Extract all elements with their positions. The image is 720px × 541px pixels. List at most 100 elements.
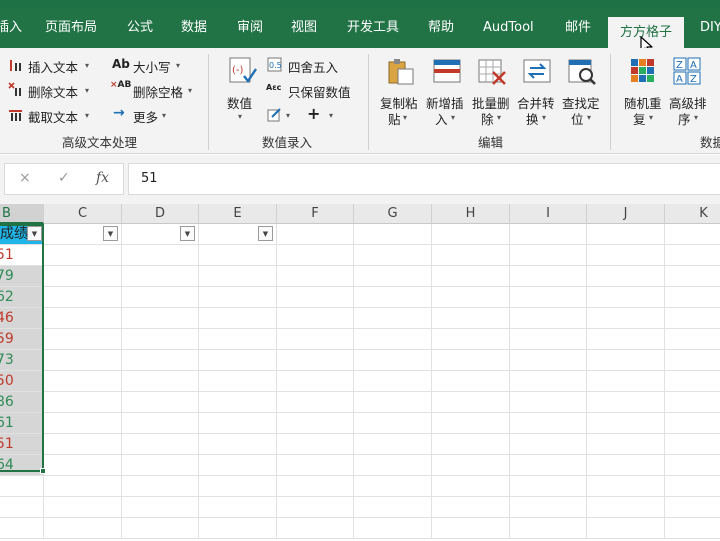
grid-cell[interactable] [44, 392, 122, 413]
tab-page-layout[interactable]: 页面布局 [45, 8, 97, 48]
grid-cell[interactable] [199, 245, 277, 266]
tab-view[interactable]: 视图 [291, 8, 317, 48]
grid-cell[interactable] [665, 350, 720, 371]
grid-cell[interactable] [44, 371, 122, 392]
grid-cell[interactable] [277, 350, 354, 371]
grid-cell[interactable] [510, 350, 587, 371]
grid-cell[interactable] [199, 287, 277, 308]
grid-cell[interactable] [665, 266, 720, 287]
tab-audtool[interactable]: AudTool [483, 8, 534, 48]
grid-cell[interactable] [354, 308, 432, 329]
tab-help[interactable]: 帮助 [428, 8, 454, 48]
column-header-f[interactable]: F [277, 204, 354, 224]
grid-cell[interactable] [199, 476, 277, 497]
grid-cell[interactable] [44, 266, 122, 287]
grid-cell[interactable] [510, 518, 587, 539]
round-button[interactable]: 四舍五入 [288, 57, 338, 76]
grid-cell[interactable] [199, 266, 277, 287]
grid-cell[interactable] [44, 245, 122, 266]
grid-cell[interactable] [277, 497, 354, 518]
extract-text-button[interactable]: 截取文本 [28, 107, 78, 126]
grid-cell[interactable] [510, 266, 587, 287]
insert-function-button[interactable]: fx [96, 170, 109, 186]
grid-cell[interactable] [122, 266, 199, 287]
grid-cell[interactable] [122, 518, 199, 539]
grid-cell[interactable] [122, 497, 199, 518]
grid-cell[interactable] [510, 455, 587, 476]
column-header-g[interactable]: G [354, 204, 432, 224]
grid-cell[interactable] [587, 350, 665, 371]
grid-cell[interactable] [432, 245, 510, 266]
grid-cell[interactable] [432, 392, 510, 413]
grid-cell[interactable] [510, 476, 587, 497]
column-header-d[interactable]: D [122, 204, 199, 224]
grid-cell[interactable] [432, 371, 510, 392]
grid-cell[interactable] [44, 350, 122, 371]
grid-cell[interactable] [277, 266, 354, 287]
grid-cell[interactable] [44, 434, 122, 455]
grid-cell[interactable] [587, 266, 665, 287]
grid-cell[interactable] [199, 455, 277, 476]
column-header-j[interactable]: J [587, 204, 665, 224]
grid-cell[interactable] [122, 392, 199, 413]
grid-cell[interactable] [277, 308, 354, 329]
grid-cell[interactable] [587, 371, 665, 392]
grid-cell[interactable] [665, 497, 720, 518]
grid-cell[interactable] [0, 518, 44, 539]
tab-developer[interactable]: 开发工具 [347, 8, 399, 48]
grid-cell[interactable] [122, 245, 199, 266]
filter-dropdown-icon[interactable]: ▼ [258, 226, 273, 241]
grid-cell[interactable] [277, 287, 354, 308]
grid-cell[interactable] [122, 308, 199, 329]
grid-cell[interactable] [432, 266, 510, 287]
grid-cell[interactable] [277, 392, 354, 413]
grid-cell[interactable] [665, 329, 720, 350]
grid-cell[interactable] [587, 224, 665, 245]
grid-cell[interactable] [510, 371, 587, 392]
grid-cell[interactable] [122, 287, 199, 308]
grid-cell[interactable] [277, 518, 354, 539]
case-button[interactable]: 大小写 [133, 57, 171, 76]
grid-cell[interactable] [122, 476, 199, 497]
grid-cell[interactable] [354, 455, 432, 476]
grid-cell[interactable] [665, 371, 720, 392]
grid-cell[interactable] [510, 308, 587, 329]
grid-cell[interactable] [432, 413, 510, 434]
delete-spaces-button[interactable]: 删除空格 [133, 82, 183, 101]
insert-text-button[interactable]: 插入文本 [28, 57, 78, 76]
cancel-icon[interactable]: × [19, 170, 31, 186]
score-cell[interactable]: 79 [0, 266, 44, 287]
grid-cell[interactable] [354, 434, 432, 455]
score-cell[interactable]: 59 [0, 329, 44, 350]
grid-cell[interactable] [665, 518, 720, 539]
grid-cell[interactable] [510, 287, 587, 308]
grid-cell[interactable] [354, 350, 432, 371]
grid-cell[interactable] [587, 287, 665, 308]
filter-dropdown-icon[interactable]: ▼ [103, 226, 118, 241]
tab-mail[interactable]: 邮件 [565, 8, 591, 48]
grid-cell[interactable] [587, 518, 665, 539]
grid-cell[interactable] [587, 434, 665, 455]
grid-cell[interactable] [354, 371, 432, 392]
column-header-b[interactable]: B [0, 204, 44, 224]
grid-cell[interactable] [277, 455, 354, 476]
grid-cell[interactable] [354, 392, 432, 413]
grid-cell[interactable] [665, 287, 720, 308]
grid-cell[interactable] [277, 434, 354, 455]
grid-cell[interactable] [44, 308, 122, 329]
grid-cell[interactable] [354, 476, 432, 497]
grid-cell[interactable] [587, 497, 665, 518]
grid-cell[interactable] [277, 413, 354, 434]
grid-cell[interactable] [510, 392, 587, 413]
grid-cell[interactable] [510, 413, 587, 434]
grid-cell[interactable] [354, 329, 432, 350]
score-cell[interactable]: 51 [0, 245, 44, 266]
header-cell-d[interactable]: ▼ [122, 224, 199, 245]
grid-cell[interactable] [510, 224, 587, 245]
grid-cell[interactable] [122, 350, 199, 371]
grid-cell[interactable] [44, 455, 122, 476]
grid-cell[interactable] [665, 308, 720, 329]
grid-cell[interactable] [277, 245, 354, 266]
column-header-i[interactable]: I [510, 204, 587, 224]
tab-review[interactable]: 审阅 [237, 8, 263, 48]
